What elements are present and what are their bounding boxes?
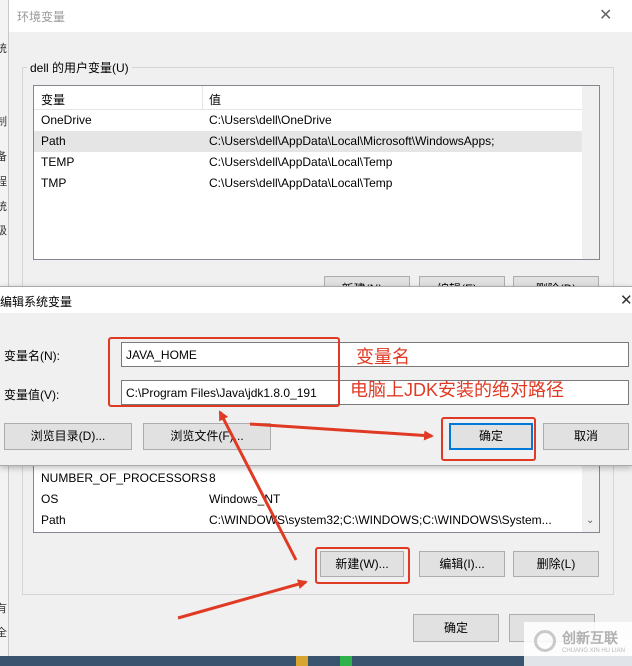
annotation-arrows: [177, 410, 434, 620]
arrow-to-edit-dialog: [218, 410, 298, 561]
watermark-logo-icon: [534, 630, 556, 652]
watermark-brand: 创新互联: [562, 630, 618, 646]
watermark: 创新互联 CHUANG XIN HU LIAN: [524, 622, 632, 666]
watermark-sub: CHUANG XIN HU LIAN: [562, 648, 626, 654]
arrow-to-ok: [249, 422, 434, 441]
arrow-to-new-button: [177, 579, 308, 620]
